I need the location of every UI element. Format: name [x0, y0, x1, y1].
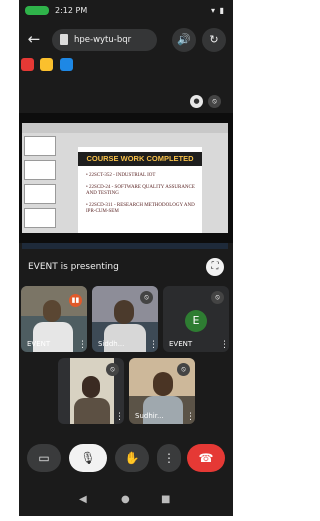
more-options-icon[interactable]: ⋮: [186, 412, 195, 422]
nav-recents-icon[interactable]: ■: [161, 494, 170, 505]
current-slide: COURSE WORK COMPLETED • 22SCT-352 - INDU…: [78, 147, 202, 233]
presenter-mic-icon: ●: [190, 95, 203, 108]
end-call-icon[interactable]: ☎: [187, 444, 225, 472]
phone-screen: 2:12 PM ▾ ▮ ← hpe-wytu-bqr 🔊 ↻ ● ⦸ COURS…: [19, 0, 233, 516]
slide-thumbnails: [24, 136, 56, 228]
mic-off-icon: ⦸: [106, 363, 119, 376]
status-time: 2:12 PM: [55, 6, 88, 15]
tools-app-icon[interactable]: [60, 58, 73, 71]
presenter-mic-off-icon: ⦸: [208, 95, 221, 108]
slide-thumbnail: [24, 184, 56, 204]
slide-thumbnail: [24, 208, 56, 228]
meeting-code-pill[interactable]: hpe-wytu-bqr: [52, 29, 157, 51]
call-status-badge: [25, 6, 49, 15]
switch-camera-icon[interactable]: ↻: [202, 28, 226, 52]
status-bar: 2:12 PM ▾ ▮: [19, 0, 233, 22]
participant-name: Siddh...: [98, 340, 125, 348]
participant-name: Sudhir...: [135, 412, 164, 420]
record-app-icon[interactable]: [21, 58, 34, 71]
participant-name: EVENT: [169, 340, 193, 348]
mic-off-icon: ⦸: [211, 291, 224, 304]
call-controls: ▭ 🎙 ✋ ⋮ ☎: [19, 438, 233, 480]
activity-apps-row: [19, 58, 233, 78]
participant-tile[interactable]: ▮▮ EVENT ⋮: [21, 286, 87, 352]
more-options-icon[interactable]: ⋮: [220, 340, 229, 350]
slide-thumbnail: [24, 136, 56, 156]
participant-face: [43, 300, 61, 322]
participant-face: [114, 300, 134, 324]
participant-tile[interactable]: ⦸ E EVENT ⋮: [163, 286, 229, 352]
speaking-indicator-icon: ▮▮: [69, 294, 82, 307]
nav-home-icon[interactable]: ●: [121, 494, 130, 505]
slide-thumbnail: [24, 160, 56, 180]
speaker-icon[interactable]: 🔊: [172, 28, 196, 52]
mic-off-button-icon[interactable]: 🎙: [69, 444, 107, 472]
raise-hand-icon[interactable]: ✋: [115, 444, 149, 472]
notes-app-icon[interactable]: [40, 58, 53, 71]
participant-tile[interactable]: ⦸ ⋮: [58, 358, 124, 424]
android-nav-bar: ◀ ● ■: [19, 488, 233, 516]
more-options-icon[interactable]: ⋮: [157, 444, 181, 472]
more-options-icon[interactable]: ⋮: [115, 412, 124, 422]
ppt-ribbon: [22, 123, 228, 133]
more-options-icon[interactable]: ⋮: [149, 340, 158, 350]
document-icon: [60, 34, 68, 45]
participant-face: [153, 372, 173, 396]
windows-taskbar: [22, 243, 228, 249]
fullscreen-icon[interactable]: ⛶: [206, 258, 224, 276]
presenter-status-icons: ● ⦸: [190, 95, 226, 109]
slide-title: COURSE WORK COMPLETED: [78, 152, 202, 166]
nav-back-icon[interactable]: ◀: [79, 494, 87, 505]
status-icons: ▾ ▮: [211, 6, 225, 15]
participant-tile[interactable]: ⦸ Sudhir... ⋮: [129, 358, 195, 424]
participant-tile[interactable]: ⦸ Siddh... ⋮: [92, 286, 158, 352]
back-arrow-icon[interactable]: ←: [23, 28, 45, 50]
slide-item: • 22SCD-24 - SOFTWARE QUALITY ASSURANCE …: [86, 185, 195, 196]
participant-body: [74, 398, 110, 424]
presenting-label: EVENT is presenting: [28, 262, 119, 272]
participant-name: EVENT: [27, 340, 51, 348]
mic-off-icon: ⦸: [177, 363, 190, 376]
more-options-icon[interactable]: ⋮: [78, 340, 87, 350]
camera-toggle-icon[interactable]: ▭: [27, 444, 61, 472]
meeting-code: hpe-wytu-bqr: [74, 35, 132, 45]
participant-face: [82, 376, 100, 398]
meeting-top-bar: ← hpe-wytu-bqr 🔊 ↻: [19, 24, 233, 56]
avatar: E: [185, 310, 207, 332]
mic-off-icon: ⦸: [140, 291, 153, 304]
slide-item: • 22SCD-311 - RESEARCH METHODOLOGY AND I…: [86, 203, 195, 214]
screen-share-area: COURSE WORK COMPLETED • 22SCT-352 - INDU…: [19, 113, 233, 249]
shared-desktop: COURSE WORK COMPLETED • 22SCT-352 - INDU…: [22, 123, 228, 249]
slide-item: • 22SCT-352 - INDUSTRIAL IOT: [86, 173, 156, 178]
